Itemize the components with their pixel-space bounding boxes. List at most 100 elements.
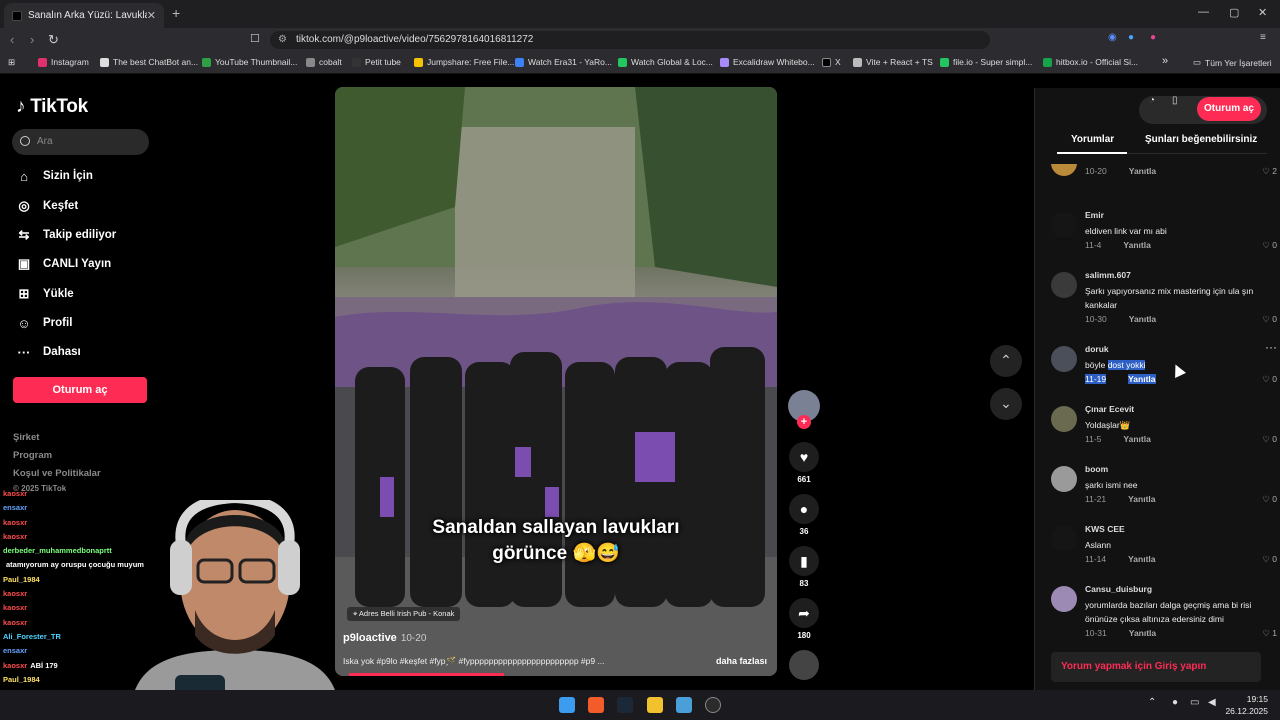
comment-user[interactable]: boom [1085, 464, 1108, 474]
all-bookmarks-button[interactable]: ▭ Tüm Yer İşaretleri [1193, 57, 1272, 68]
menu-icon[interactable]: ≡ [1260, 32, 1266, 43]
bookmarks-overflow-button[interactable]: » [1162, 55, 1168, 67]
start-menu-icon[interactable] [559, 697, 575, 713]
forward-icon[interactable]: › [30, 32, 34, 47]
phone-icon[interactable]: ▯ [1172, 95, 1178, 106]
url-field[interactable]: ⚙ tiktok.com/@p9loactive/video/756297816… [270, 31, 990, 49]
reply-button[interactable]: Yanıtla [1129, 628, 1156, 638]
bookmark-item[interactable]: file.io - Super simpl... [940, 57, 1032, 67]
bookmark-item[interactable]: Petit tube [352, 57, 401, 67]
nav-item-for-you[interactable]: ⌂ Sizin İçin [16, 168, 93, 184]
reply-button[interactable]: Yanıtla [1128, 494, 1155, 504]
video-progress-bar[interactable] [349, 673, 504, 676]
network-icon[interactable]: ▭ [1190, 697, 1206, 713]
extension-icon[interactable]: ● [1128, 32, 1134, 43]
microphone-icon[interactable]: ● [1172, 697, 1188, 713]
steam-icon[interactable] [617, 697, 633, 713]
reply-button[interactable]: Yanıtla [1123, 434, 1150, 444]
tray-chevron-icon[interactable]: ⌃ [1148, 697, 1164, 713]
volume-icon[interactable]: ◀ [1208, 697, 1224, 713]
nav-item-more[interactable]: ··· Dahası [16, 344, 81, 360]
tab-comments[interactable]: Yorumlar [1071, 134, 1114, 145]
video-player[interactable]: Sanaldan sallayan lavukları görünce 🫣😅 ⌖… [335, 87, 777, 676]
see-more-link[interactable]: daha fazlası [716, 656, 767, 666]
clock[interactable]: 19:15 26.12.2025 [1225, 693, 1268, 717]
next-video-button[interactable]: ⌄ [990, 388, 1022, 420]
avatar[interactable] [1051, 212, 1077, 238]
bookmark-item[interactable]: hitbox.io - Official Si... [1043, 57, 1138, 67]
comment-user[interactable]: Emir [1085, 210, 1104, 220]
comment-list[interactable]: freeorqa 10-20Yanıtla ♡ 2 Emir eldiven l… [1035, 164, 1280, 654]
location-tag[interactable]: ⌖ Adres Belli Irish Pub - Konak [347, 607, 461, 621]
bookmark-page-icon[interactable]: ☐ [250, 32, 260, 45]
music-disc[interactable] [788, 650, 820, 680]
avatar[interactable] [1051, 346, 1077, 372]
bookmark-item[interactable]: YouTube Thumbnail... [202, 57, 297, 67]
share-button[interactable]: ➦ 180 [788, 598, 820, 640]
nav-item-live[interactable]: ▣ CANLI Yayın [16, 256, 111, 272]
avatar[interactable] [1051, 272, 1077, 298]
comment-likes[interactable]: ♡ 0 [1262, 434, 1277, 445]
footer-company-link[interactable]: Şirket [13, 432, 39, 443]
maximize-window-icon[interactable]: ▢ [1229, 6, 1239, 19]
search-input[interactable]: Ara [12, 129, 149, 155]
comment-user[interactable]: Cansu_duisburg [1085, 584, 1152, 594]
reply-button[interactable]: Yanıtla [1129, 166, 1156, 176]
avatar[interactable] [1051, 406, 1077, 432]
site-info-icon[interactable]: ⚙ [278, 31, 287, 49]
coin-icon[interactable]: ◔ [1149, 95, 1155, 106]
comment-user[interactable]: doruk [1085, 344, 1109, 354]
back-icon[interactable]: ‹ [10, 32, 14, 47]
minimize-window-icon[interactable]: — [1198, 6, 1209, 18]
avatar[interactable] [1051, 586, 1077, 612]
comment-user[interactable]: salimm.607 [1085, 270, 1131, 280]
bookmark-item[interactable]: Watch Era31 - YaRo... [515, 57, 612, 67]
reply-button[interactable]: Yanıtla [1128, 374, 1156, 384]
reply-button[interactable]: Yanıtla [1128, 554, 1155, 564]
comment-user[interactable]: KWS CEE [1085, 524, 1125, 534]
brave-browser-icon[interactable] [588, 697, 604, 713]
tab-close-icon[interactable]: ✕ [147, 9, 156, 22]
new-tab-button[interactable]: + [172, 5, 180, 21]
like-button[interactable]: ♥ 661 [788, 442, 820, 484]
footer-program-link[interactable]: Program [13, 450, 52, 461]
file-explorer-icon[interactable] [647, 697, 663, 713]
tab-suggested[interactable]: Şunları beğenebilirsiniz [1145, 134, 1257, 145]
reply-button[interactable]: Yanıtla [1129, 314, 1156, 324]
panel-login-button[interactable]: Oturum aç [1197, 97, 1261, 121]
comment-likes[interactable]: ♡ 1 [1262, 628, 1277, 639]
bookmark-item[interactable]: Vite + React + TS [853, 57, 933, 67]
video-author[interactable]: p9loactive 10-20 [343, 632, 426, 644]
extension-icon[interactable]: ◉ [1108, 32, 1117, 43]
comment-likes[interactable]: ♡ 0 [1262, 374, 1277, 385]
reload-icon[interactable]: ↻ [48, 32, 59, 48]
browser-tab-active[interactable]: Sanalın Arka Yüzü: Lavuklar Ne Yapıyor ✕ [4, 3, 164, 28]
comment-login-prompt[interactable]: Yorum yapmak için Giriş yapın [1051, 652, 1261, 682]
extension-icon[interactable]: ● [1150, 32, 1156, 43]
avatar[interactable] [1051, 466, 1077, 492]
apps-icon[interactable]: ⊞ [8, 57, 15, 68]
app-icon[interactable] [676, 697, 692, 713]
bookmark-item[interactable]: cobalt [306, 57, 342, 67]
nav-item-following[interactable]: ⇆ Takip ediliyor [16, 227, 117, 243]
follow-plus-icon[interactable]: + [797, 415, 811, 429]
save-button[interactable]: ▮ 83 [788, 546, 820, 588]
comment-likes[interactable]: ♡ 2 [1262, 166, 1277, 177]
bookmark-item[interactable]: X [822, 57, 841, 67]
avatar[interactable] [1051, 526, 1077, 552]
bookmark-item[interactable]: Watch Global & Loc... [618, 57, 713, 67]
bookmark-item[interactable]: Jumpshare: Free File... [414, 57, 514, 67]
footer-terms-link[interactable]: Koşul ve Politikalar [13, 468, 101, 479]
avatar[interactable] [1051, 164, 1077, 176]
comment-user[interactable]: Çınar Ecevit [1085, 404, 1134, 414]
login-button[interactable]: Oturum aç [13, 377, 147, 403]
bookmark-item[interactable]: Instagram [38, 57, 89, 67]
comment-options-icon[interactable]: ··· [1265, 340, 1277, 354]
obs-icon[interactable] [705, 697, 721, 713]
bookmark-item[interactable]: Excalidraw Whitebo... [720, 57, 815, 67]
tiktok-logo[interactable]: ♪ TikTok [16, 96, 88, 118]
comment-likes[interactable]: ♡ 0 [1262, 240, 1277, 251]
reply-button[interactable]: Yanıtla [1123, 240, 1150, 250]
close-window-icon[interactable]: ✕ [1258, 6, 1267, 19]
previous-video-button[interactable]: ⌃ [990, 345, 1022, 377]
